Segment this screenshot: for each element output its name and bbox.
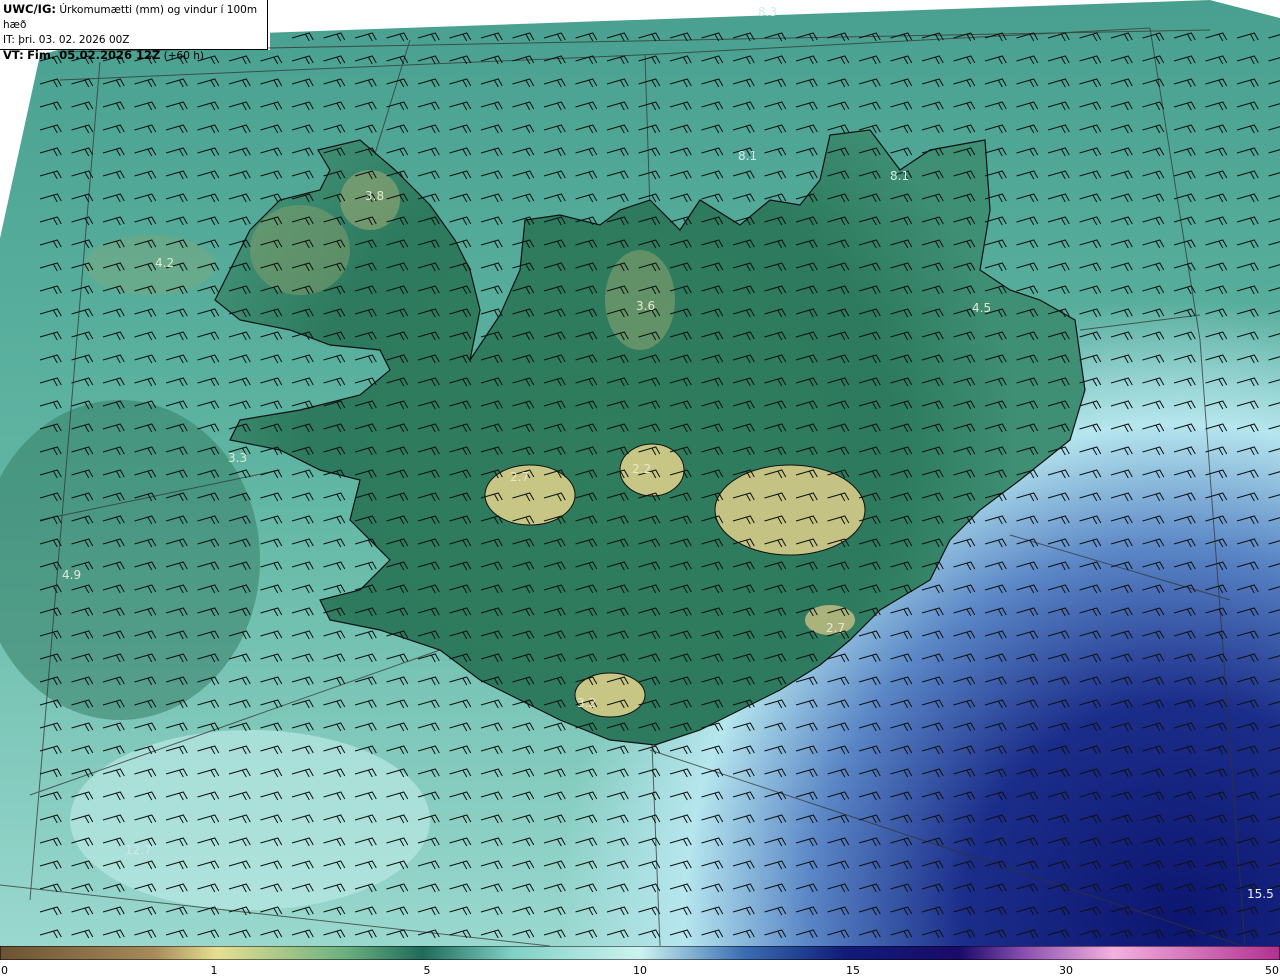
- colorbar-tick-15: 15: [846, 964, 860, 977]
- valid-label: VT:: [3, 48, 24, 62]
- precip-value-label: 12.7: [125, 843, 152, 857]
- precip-value-label: 2.2: [632, 462, 651, 476]
- southwest-light-band: [70, 730, 430, 910]
- precip-value-label: 2.7: [826, 621, 845, 635]
- precipitation-map[interactable]: 8.3 8.1 3.8 4.2 8.1 3.6 4.5 3.3 2.7 2.2 4.9 2.7 3.2 1…: [0, 0, 1280, 946]
- precip-value-label: 2.7: [510, 470, 529, 484]
- precip-value-label: 3.8: [365, 189, 384, 203]
- title-line: UWC/IG: Úrkomumætti (mm) og vindur í 100…: [3, 2, 264, 33]
- valid-time-line: VT: Fim. 05.02.2026 12Z (+60 h): [3, 48, 264, 64]
- product-name: UWC/IG:: [3, 2, 56, 16]
- colorbar-tick-10: 10: [633, 964, 647, 977]
- colorbar-strip: [0, 946, 1280, 960]
- colorbar-tick-30: 30: [1059, 964, 1073, 977]
- colorbar-tick-50: 50: [1265, 964, 1279, 977]
- precip-value-label: 8.3: [758, 5, 777, 19]
- init-time: IT: þri. 03. 02. 2026 00Z: [3, 34, 130, 46]
- lead-time: (+60 h): [163, 50, 205, 62]
- precip-value-label: 8.1: [890, 169, 909, 183]
- precip-value-label: 8.1: [738, 149, 757, 163]
- map-header: UWC/IG: Úrkomumætti (mm) og vindur í 100…: [0, 0, 268, 62]
- colorbar-tick-5: 5: [423, 964, 431, 977]
- precip-value-label: 3.2: [577, 696, 596, 710]
- precip-value-label: 15.5: [1247, 887, 1274, 901]
- colorbar-tick-1: 1: [210, 964, 218, 977]
- precip-value-label: 4.9: [62, 568, 81, 582]
- precip-value-label: 3.3: [228, 451, 247, 465]
- precip-value-label: 3.6: [636, 299, 655, 313]
- colorbar: 0 1 5 10 15 30 50: [0, 946, 1280, 978]
- valid-time: Fim. 05.02.2026 12Z: [27, 48, 161, 62]
- colorbar-tick-0: 0: [1, 964, 8, 977]
- precip-value-label: 4.5: [972, 301, 991, 315]
- precip-value-label: 4.2: [155, 256, 174, 270]
- map-canvas: 8.3 8.1 3.8 4.2 8.1 3.6 4.5 3.3 2.7 2.2 4.9 2.7 3.2 1…: [0, 0, 1280, 946]
